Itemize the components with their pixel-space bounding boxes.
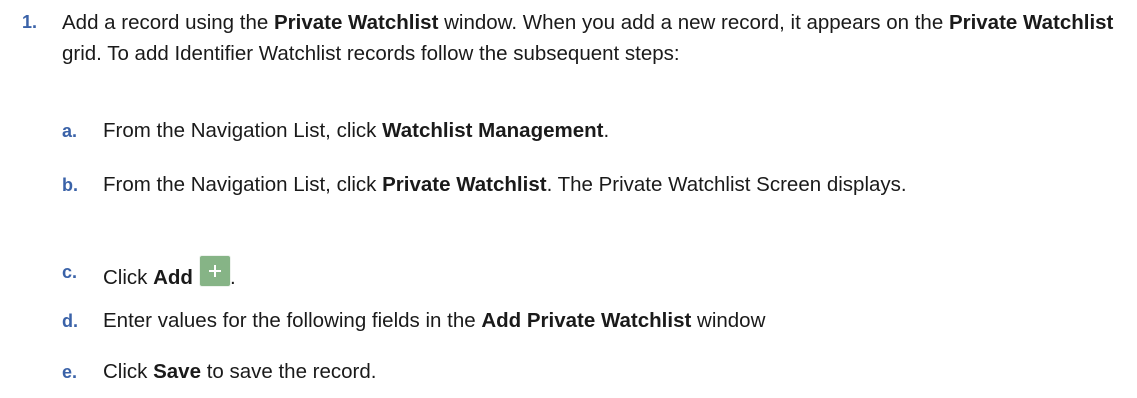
substep-number: e. bbox=[62, 362, 78, 382]
substep-d-bold: Add Private Watchlist bbox=[481, 309, 692, 332]
step-1-text-3: grid. To add Identifier Watchlist record… bbox=[62, 42, 680, 65]
substep-b-text-1: From the Navigation List, click bbox=[103, 173, 383, 196]
substep-number: d. bbox=[62, 311, 78, 331]
substep-e-text-1: Click bbox=[103, 360, 154, 383]
substep-e-text: Click Save to save the record. bbox=[103, 357, 1113, 387]
substep-a-text-2: . bbox=[603, 119, 610, 142]
substep-number: a. bbox=[62, 121, 78, 141]
substep-a-bold: Watchlist Management bbox=[382, 119, 604, 142]
substep-d-text-1: Enter values for the following fields in… bbox=[103, 309, 482, 332]
substep-b-text: From the Navigation List, click Private … bbox=[103, 170, 1113, 200]
substep-number: c. bbox=[62, 262, 78, 282]
step-1-text-1: Add a record using the bbox=[62, 11, 274, 34]
substep-d-text: Enter values for the following fields in… bbox=[103, 306, 1113, 336]
substep-c-text-2: . bbox=[229, 266, 236, 289]
substep-b-text-2: . The Private Watchlist Screen displays. bbox=[546, 173, 907, 196]
plus-icon bbox=[199, 256, 230, 286]
substep-d-text-2: window bbox=[691, 309, 766, 332]
substep-number: b. bbox=[62, 175, 78, 195]
substep-e-bold: Save bbox=[153, 360, 201, 383]
step-1-text: Add a record using the Private Watchlist… bbox=[62, 7, 1122, 69]
substep-c-text: Click Add. bbox=[103, 256, 1113, 293]
substep-e-text-2: to save the record. bbox=[201, 360, 377, 383]
substep-b-bold: Private Watchlist bbox=[382, 173, 547, 196]
step-number: 1. bbox=[22, 12, 38, 32]
substep-a-text: From the Navigation List, click Watchlis… bbox=[103, 116, 1113, 146]
substep-c-bold: Add bbox=[153, 266, 193, 289]
step-1-text-2: window. When you add a new record, it ap… bbox=[438, 11, 949, 34]
step-1-bold-2: Private Watchlist bbox=[948, 11, 1114, 34]
substep-a-text-1: From the Navigation List, click bbox=[103, 119, 383, 142]
step-1-bold-1: Private Watchlist bbox=[273, 11, 439, 34]
substep-c-text-1: Click bbox=[103, 266, 154, 289]
document-page: 1. Add a record using the Private Watchl… bbox=[0, 0, 1137, 398]
